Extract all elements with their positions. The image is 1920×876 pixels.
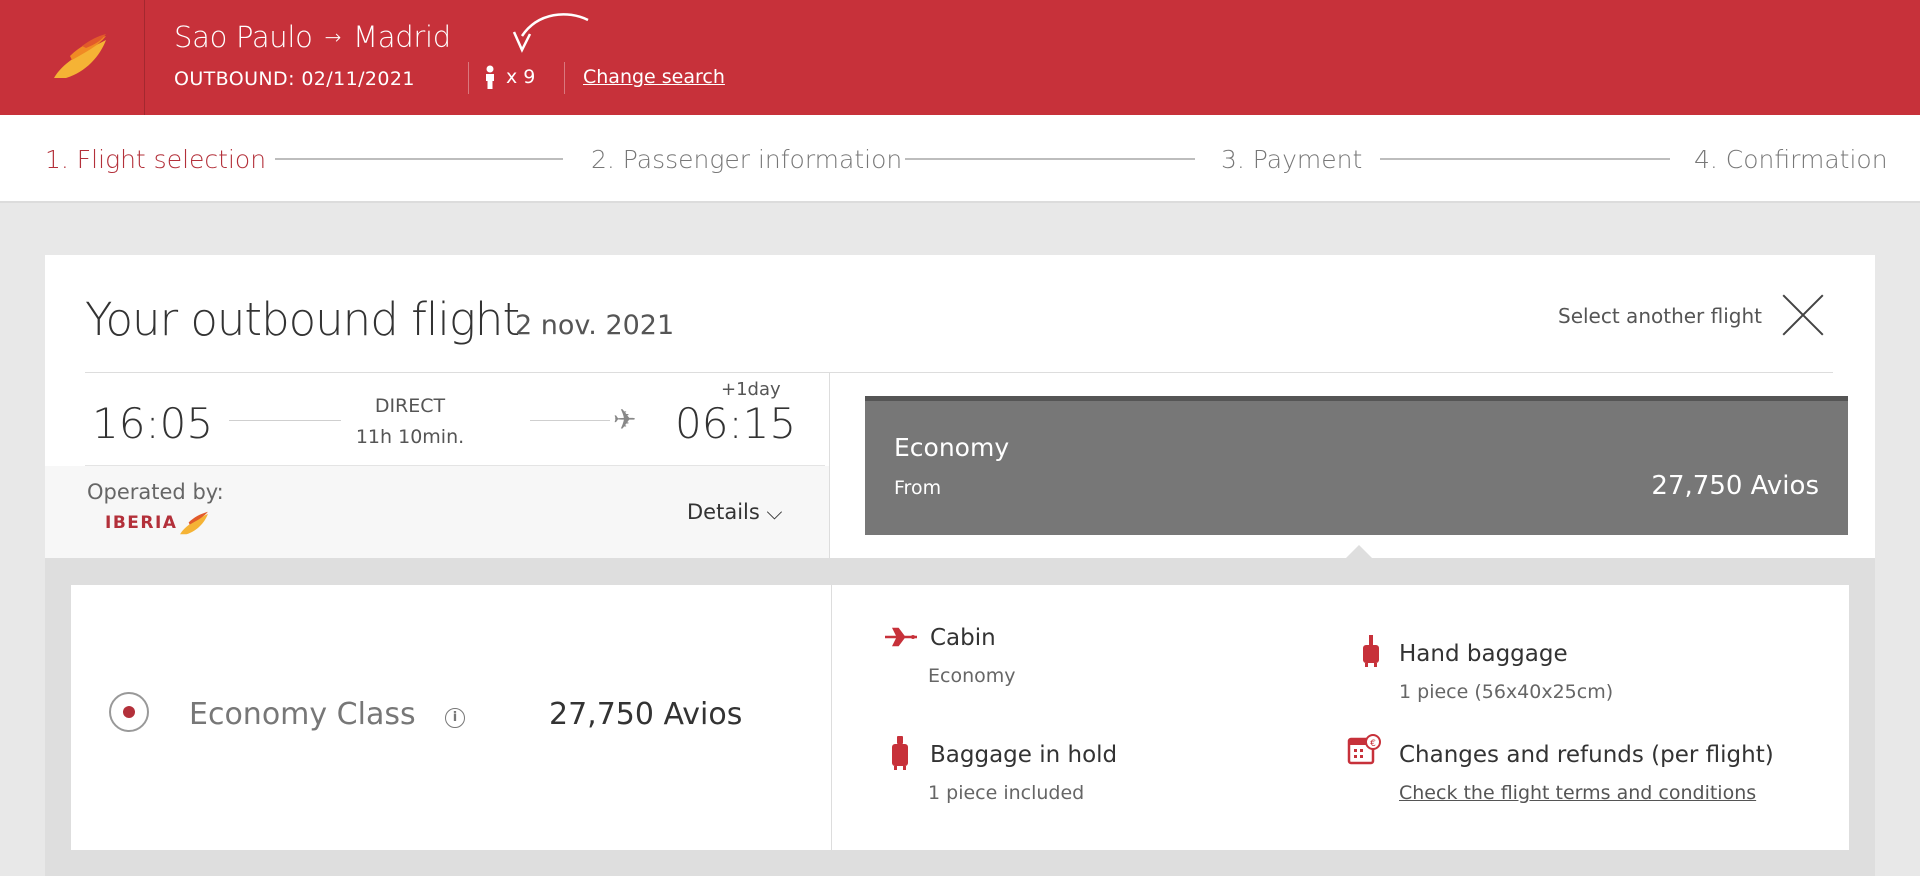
feature-title: Cabin — [930, 625, 996, 651]
fare-price: 27,750 Avios — [1651, 471, 1819, 501]
passenger-count-label: x 9 — [506, 66, 536, 88]
route-arrow-icon: → — [324, 25, 342, 49]
duration-label: 11h 10min. — [355, 426, 465, 448]
fare-economy-button[interactable]: Economy From 27,750 Avios — [865, 396, 1848, 535]
details-toggle[interactable]: Details ⌵ — [687, 500, 782, 525]
iberia-wing-icon — [180, 511, 209, 535]
step-payment: 3. Payment — [1221, 145, 1363, 174]
feature-title: Hand baggage — [1399, 641, 1568, 667]
step-connector — [275, 158, 563, 160]
header-divider — [564, 62, 565, 94]
economy-class-radio[interactable] — [109, 692, 149, 732]
operator-name: IBERIA — [105, 513, 178, 533]
calendar-euro-icon: € — [1347, 734, 1381, 765]
destination-city: Madrid — [353, 20, 451, 54]
flight-summary: DIRECT 11h 10min. — [335, 391, 485, 453]
plus-day-badge: +1day — [721, 379, 781, 400]
divider — [85, 372, 1833, 373]
iberia-wing-icon — [54, 34, 106, 78]
operated-by-section: Operated by: IBERIA Details ⌵ — [45, 466, 829, 558]
fare-details-panel: Economy Class i 27,750 Avios Cabin Econo… — [45, 558, 1875, 876]
person-icon — [486, 65, 494, 89]
operator-logo: IBERIA — [105, 510, 209, 536]
step-flight-selection: 1. Flight selection — [45, 145, 267, 174]
iberia-logo[interactable] — [0, 0, 145, 115]
fare-name: Economy — [894, 433, 1010, 462]
origin-city: Sao Paulo — [174, 20, 313, 54]
outbound-flight-card: Your outbound flight 2 nov. 2021 Select … — [45, 255, 1875, 876]
svg-text:€: € — [1370, 739, 1376, 749]
feature-value: 1 piece included — [928, 782, 1085, 804]
select-another-flight-link[interactable]: Select another flight — [1558, 304, 1762, 328]
flight-date: 2 nov. 2021 — [515, 310, 675, 341]
flight-terms-link[interactable]: Check the flight terms and conditions — [1399, 782, 1756, 804]
stops-label: DIRECT — [374, 395, 446, 417]
class-price: 27,750 Avios — [549, 697, 743, 732]
route-line — [530, 420, 610, 421]
step-connector — [1380, 158, 1670, 160]
fare-pointer — [1345, 545, 1373, 559]
luggage-icon — [892, 736, 908, 770]
feature-title: Changes and refunds (per flight) — [1399, 742, 1774, 768]
operated-by-label: Operated by: — [87, 480, 224, 504]
curved-arrow-icon — [512, 13, 589, 53]
step-connector — [905, 158, 1195, 160]
route-line — [229, 420, 341, 421]
departure-time: 16:05 — [92, 399, 214, 448]
plane-icon: ✈ — [613, 403, 637, 436]
feature-value: Economy — [928, 665, 1016, 687]
fare-from-label: From — [894, 477, 942, 499]
outbound-date: OUTBOUND: 02/11/2021 — [174, 68, 415, 90]
passenger-count: x 9 — [484, 65, 535, 89]
header-divider — [468, 62, 469, 94]
vertical-divider — [829, 372, 830, 558]
class-name: Economy Class — [189, 697, 416, 732]
top-header: Sao Paulo → Madrid OUTBOUND: 02/11/2021 … — [0, 0, 1920, 115]
change-search-link[interactable]: Change search — [583, 66, 725, 88]
vertical-divider — [831, 585, 832, 850]
info-icon[interactable]: i — [445, 708, 465, 728]
fare-option: Economy Class i 27,750 Avios Cabin Econo… — [71, 585, 1849, 850]
plane-icon — [885, 627, 917, 647]
suitcase-icon — [1363, 635, 1379, 667]
feature-title: Baggage in hold — [930, 742, 1118, 768]
route-title: Sao Paulo → Madrid — [174, 20, 451, 54]
arrival-time: 06:15 — [675, 399, 797, 448]
step-confirmation: 4. Confirmation — [1694, 145, 1888, 174]
step-passenger-information: 2. Passenger information — [591, 145, 903, 174]
booking-steps: 1. Flight selection 2. Passenger informa… — [0, 115, 1920, 203]
feature-value: 1 piece (56x40x25cm) — [1399, 681, 1614, 703]
close-icon[interactable] — [1781, 293, 1825, 337]
page-title: Your outbound flight — [85, 293, 520, 346]
